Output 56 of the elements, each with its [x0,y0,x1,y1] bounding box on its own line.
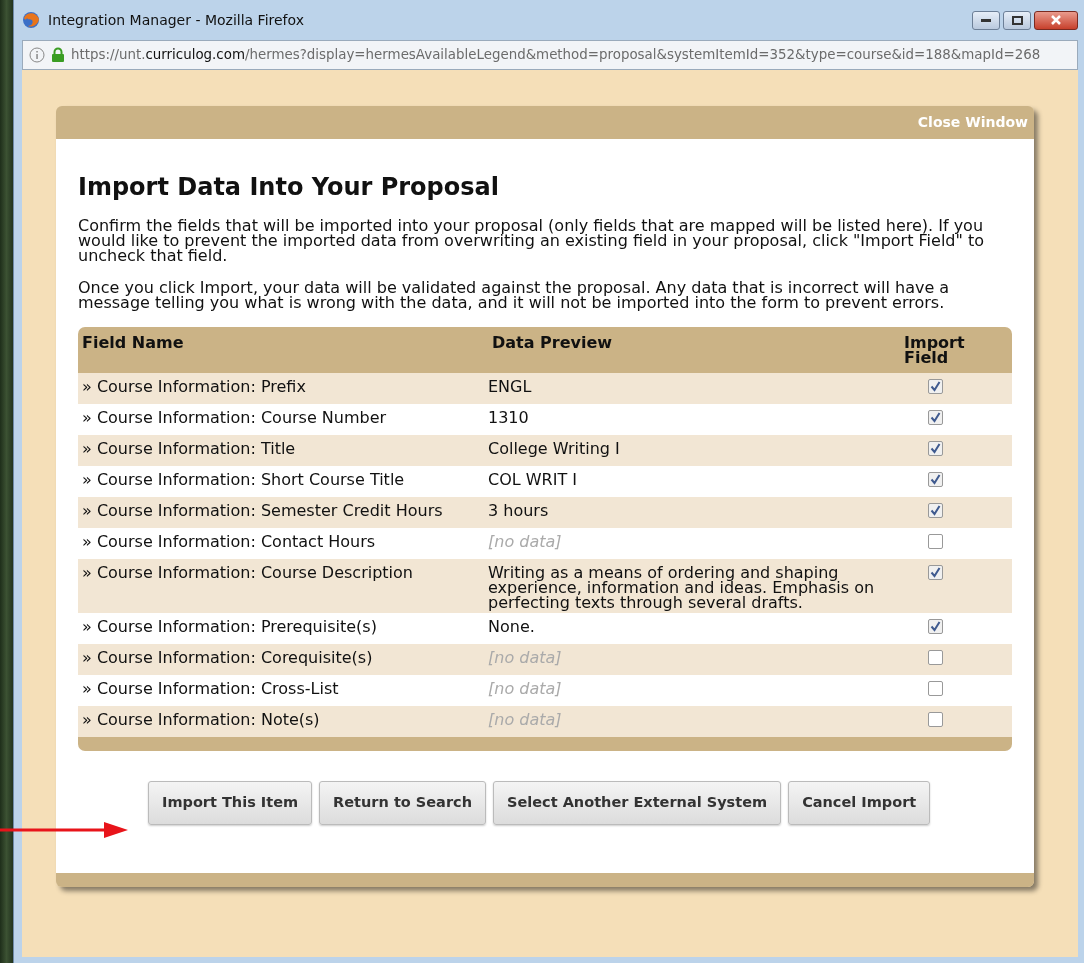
browser-logo-icon [22,11,40,29]
field-name: » Course Information: Note(s) [82,709,320,729]
import-checkbox[interactable] [927,533,943,549]
field-name: » Course Information: Title [82,438,296,458]
import-checkbox[interactable] [927,378,943,394]
data-preview: Writing as a means of ordering and shaping experience, information and ideas. Emphasis on perfecting texts through several drafts. [488,562,875,612]
action-button[interactable]: Select Another External System [492,780,782,825]
lock-icon [51,47,65,63]
arrow-icon [0,821,130,839]
field-name: » Course Information: Corequisite(s) [82,647,373,667]
field-name: » Course Information: Prerequisite(s) [82,616,377,636]
data-preview: None. [488,616,535,636]
action-button[interactable]: Return to Search [319,780,486,825]
address-bar[interactable]: https://unt.curriculog.com/hermes?display=hermesAvailableLegend&method=proposal&systemItemId=352&type=course&id=188&mapId=268 [22,40,1078,70]
no-data-text: [no data] [488,709,562,729]
import-checkbox[interactable] [927,502,943,518]
no-data-text: [no data] [488,647,562,667]
data-preview: COL WRIT I [488,469,577,489]
data-preview: ENGL [488,376,532,396]
field-name: » Course Information: Semester Credit Hours [82,500,443,520]
field-name: » Course Information: Course Description [82,562,413,582]
no-data-text: [no data] [488,678,562,698]
minimize-icon [981,18,991,22]
column-header: Import Field [903,334,966,369]
instruction-paragraph: Once you click Import, your data will be validated against the proposal. Any data that is incorrect will have a message telling you what is wrong with the data, and it will not be imported into the form to prevent errors. [78,279,951,310]
data-preview: College Writing I [488,438,620,458]
field-name: » Course Information: Short Course Title [82,469,405,489]
import-checkbox[interactable] [927,409,943,425]
import-checkbox[interactable] [927,711,943,727]
maximize-button[interactable] [1003,10,1031,30]
url-text: https://unt.curriculog.com/hermes?display=hermesAvailableLegend&method=proposal&systemItemId=352&type=course&id=188&mapId=268 [71,45,1041,64]
instruction-paragraph: Confirm the fields that will be imported into your proposal (only fields that are mapped will be listed here). If you would like to prevent the imported data from overwriting an existing field in your proposal, click "Import Field" to uncheck that field. [78,217,985,263]
field-name: » Course Information: Contact Hours [82,531,376,551]
import-checkbox[interactable] [927,680,943,696]
close-button[interactable] [1034,10,1078,30]
minimize-button[interactable] [972,10,1000,30]
window-title: Integration Manager - Mozilla Firefox [48,10,304,30]
import-checkbox[interactable] [927,618,943,634]
import-checkbox[interactable] [927,471,943,487]
data-preview: 1310 [488,407,529,427]
dialog-heading: Import Data Into Your Proposal [78,173,500,202]
no-data-text: [no data] [488,531,562,551]
action-button[interactable]: Import This Item [148,780,313,825]
import-checkbox[interactable] [927,564,943,580]
field-name: » Course Information: Prefix [82,376,306,396]
import-checkbox[interactable] [927,649,943,665]
close-icon [1050,15,1062,25]
field-name: » Course Information: Course Number [82,407,387,427]
import-checkbox[interactable] [927,440,943,456]
field-name: » Course Information: Cross-List [82,678,339,698]
maximize-icon [1011,15,1023,25]
action-button[interactable]: Cancel Import [788,780,931,825]
column-header: Data Preview [491,334,614,354]
column-header: Field Name [81,334,185,354]
data-preview: 3 hours [488,500,549,520]
info-icon [29,47,45,63]
